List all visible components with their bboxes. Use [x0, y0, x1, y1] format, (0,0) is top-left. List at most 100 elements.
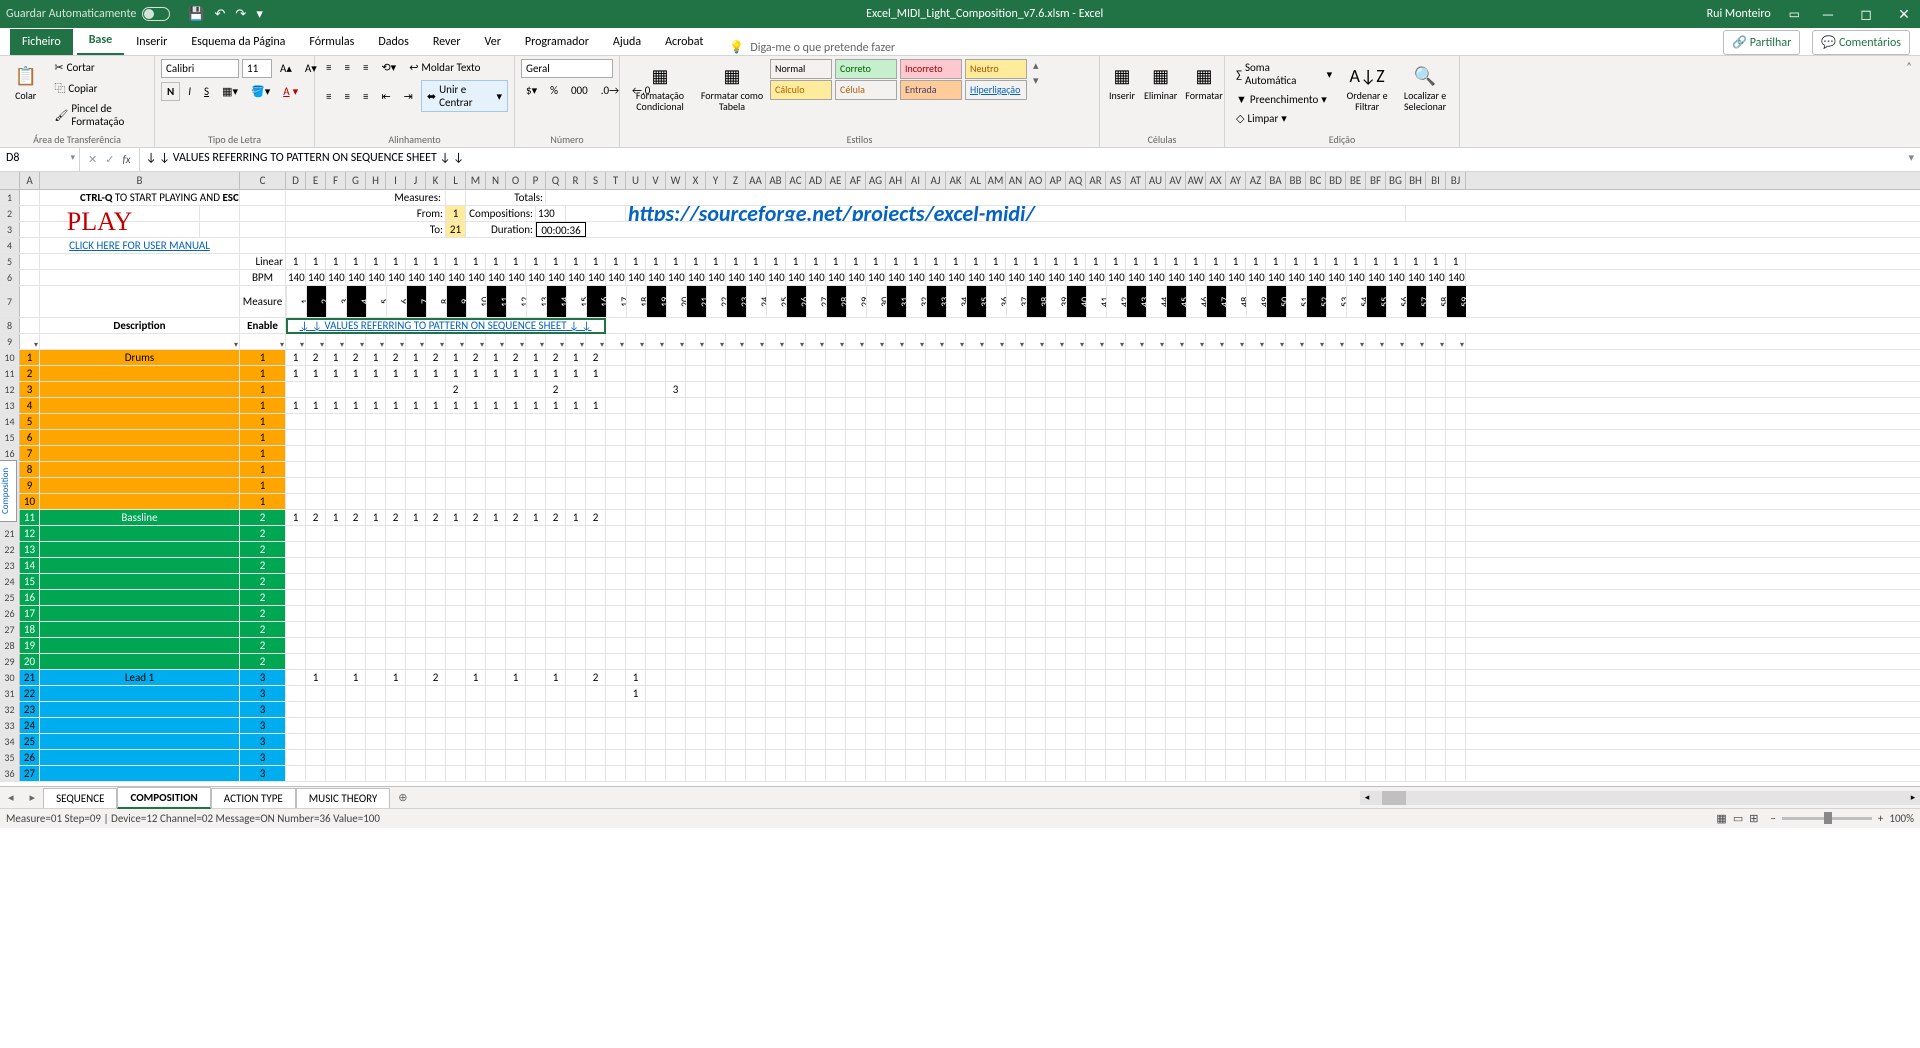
pattern-cell[interactable]	[1306, 414, 1326, 429]
track-enable[interactable]: 1	[240, 350, 286, 365]
align-center-icon[interactable]: ≡	[339, 80, 354, 112]
pattern-cell[interactable]	[466, 462, 486, 477]
row-header[interactable]: 11	[0, 366, 20, 381]
pattern-cell[interactable]	[646, 494, 666, 509]
pattern-cell[interactable]	[1406, 638, 1426, 653]
pattern-cell[interactable]	[846, 670, 866, 685]
pattern-cell[interactable]	[866, 414, 886, 429]
filter-cell[interactable]: ▾	[566, 334, 586, 349]
pattern-cell[interactable]	[966, 686, 986, 701]
linear-cell[interactable]: 1	[866, 254, 886, 269]
pattern-cell[interactable]	[326, 638, 346, 653]
pattern-cell[interactable]	[966, 766, 986, 781]
linear-cell[interactable]: 1	[1366, 254, 1386, 269]
col-header[interactable]: BG	[1386, 172, 1406, 189]
pattern-cell[interactable]	[446, 558, 466, 573]
pattern-cell[interactable]	[946, 510, 966, 525]
col-header[interactable]: AF	[846, 172, 866, 189]
filter-cell[interactable]: ▾	[1006, 334, 1026, 349]
bpm-cell[interactable]: 140	[1326, 270, 1346, 285]
filter-cell[interactable]: ▾	[846, 334, 866, 349]
pattern-cell[interactable]	[1226, 750, 1246, 765]
linear-cell[interactable]: 1	[946, 254, 966, 269]
pattern-cell[interactable]	[1146, 398, 1166, 413]
pattern-cell[interactable]	[606, 398, 626, 413]
pattern-cell[interactable]	[746, 398, 766, 413]
col-header[interactable]: AB	[766, 172, 786, 189]
pattern-cell[interactable]: 2	[426, 350, 446, 365]
pattern-cell[interactable]	[846, 702, 866, 717]
pattern-cell[interactable]	[426, 590, 446, 605]
pattern-cell[interactable]	[1006, 414, 1026, 429]
pattern-cell[interactable]	[866, 638, 886, 653]
filter-cell[interactable]: ▾	[686, 334, 706, 349]
pattern-cell[interactable]	[1446, 366, 1466, 381]
filter-cell[interactable]: ▾	[746, 334, 766, 349]
col-header[interactable]: P	[526, 172, 546, 189]
pattern-cell[interactable]	[1326, 526, 1346, 541]
pattern-cell[interactable]	[1366, 366, 1386, 381]
col-header[interactable]: AK	[946, 172, 966, 189]
pattern-cell[interactable]	[926, 590, 946, 605]
track-enable[interactable]: 2	[240, 558, 286, 573]
pattern-cell[interactable]	[726, 718, 746, 733]
pattern-cell[interactable]	[1186, 750, 1206, 765]
horizontal-scrollbar[interactable]: ◂ ▸	[1360, 791, 1920, 805]
pattern-cell[interactable]	[986, 510, 1006, 525]
filter-icon[interactable]: ▾	[500, 337, 504, 349]
linear-cell[interactable]: 1	[1386, 254, 1406, 269]
pattern-cell[interactable]	[786, 654, 806, 669]
pattern-cell[interactable]	[1186, 590, 1206, 605]
pattern-cell[interactable]	[1346, 686, 1366, 701]
pattern-cell[interactable]	[1366, 670, 1386, 685]
pattern-cell[interactable]: 2	[466, 350, 486, 365]
scroll-right-icon[interactable]: ▸	[1906, 791, 1920, 805]
linear-cell[interactable]: 1	[646, 254, 666, 269]
pattern-cell[interactable]	[1226, 398, 1246, 413]
track-enable[interactable]: 2	[240, 574, 286, 589]
pattern-cell[interactable]	[1326, 510, 1346, 525]
col-header[interactable]: D	[286, 172, 306, 189]
pattern-cell[interactable]	[1286, 478, 1306, 493]
pattern-cell[interactable]	[466, 382, 486, 397]
bold-button[interactable]: N	[161, 82, 180, 101]
sheet-nav-next-icon[interactable]: ▸	[22, 791, 44, 804]
pattern-cell[interactable]	[286, 734, 306, 749]
pattern-cell[interactable]	[806, 398, 826, 413]
pattern-cell[interactable]	[1326, 702, 1346, 717]
col-header[interactable]: C	[240, 172, 286, 189]
track-enable[interactable]: 1	[240, 366, 286, 381]
linear-label[interactable]: Linear	[240, 254, 286, 269]
col-header[interactable]: Q	[546, 172, 566, 189]
bpm-cell[interactable]: 140	[1266, 270, 1286, 285]
pattern-cell[interactable]	[1166, 670, 1186, 685]
pattern-cell[interactable]	[686, 702, 706, 717]
pattern-cell[interactable]	[946, 446, 966, 461]
pattern-cell[interactable]	[486, 446, 506, 461]
pattern-cell[interactable]	[806, 510, 826, 525]
pattern-cell[interactable]	[1286, 462, 1306, 477]
linear-cell[interactable]: 1	[826, 254, 846, 269]
col-header[interactable]: I	[386, 172, 406, 189]
track-description[interactable]	[40, 654, 240, 669]
pattern-cell[interactable]	[1386, 510, 1406, 525]
linear-cell[interactable]: 1	[326, 254, 346, 269]
pattern-cell[interactable]	[1446, 606, 1466, 621]
pattern-cell[interactable]	[1326, 590, 1346, 605]
pattern-cell[interactable]	[366, 558, 386, 573]
pattern-cell[interactable]	[486, 590, 506, 605]
pattern-cell[interactable]: 1	[546, 398, 566, 413]
pattern-cell[interactable]	[826, 350, 846, 365]
compositions-value[interactable]: 130	[536, 206, 566, 221]
filter-cell[interactable]: ▾	[1426, 334, 1446, 349]
pattern-cell[interactable]	[906, 510, 926, 525]
pattern-cell[interactable]	[1366, 558, 1386, 573]
row-header[interactable]: 36	[0, 766, 20, 781]
pattern-cell[interactable]	[426, 478, 446, 493]
pattern-cell[interactable]	[1246, 382, 1266, 397]
style-hiperligacao[interactable]: Hiperligação	[965, 80, 1027, 100]
pattern-cell[interactable]	[866, 478, 886, 493]
pattern-cell[interactable]	[606, 654, 626, 669]
pattern-cell[interactable]	[946, 478, 966, 493]
pattern-cell[interactable]	[846, 398, 866, 413]
